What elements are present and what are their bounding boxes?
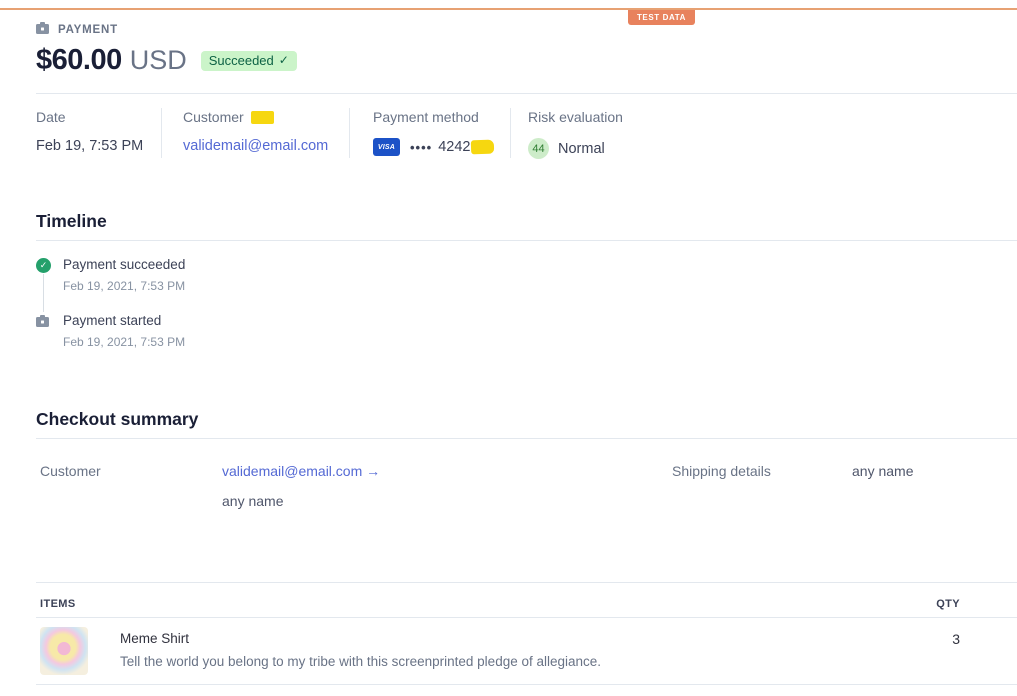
date-label: Date [36, 109, 66, 125]
event-title: Payment succeeded [63, 257, 186, 272]
amount-row: $60.00 USD Succeeded ✓ [36, 44, 297, 77]
checkout-summary-title: Checkout summary [36, 409, 199, 429]
item-name: Meme Shirt [120, 631, 190, 646]
shipping-details-value: any name [852, 463, 914, 479]
item-qty: 3 [952, 631, 960, 647]
status-label: Succeeded [208, 52, 274, 68]
divider [36, 582, 1017, 583]
check-icon: ✓ [278, 53, 289, 67]
payment-currency: USD [129, 45, 187, 75]
timeline-event: ✓ Payment succeeded Feb 19, 2021, 7:53 P… [36, 257, 185, 293]
checkout-customer-label: Customer [40, 463, 101, 479]
test-data-badge: TEST DATA [628, 10, 695, 25]
risk-score-badge: 44 [528, 138, 549, 159]
checkout-summary-row: Customer validemail@email.com → any name… [40, 463, 1017, 509]
yellow-highlight [471, 139, 495, 155]
divider [36, 438, 1017, 439]
timeline-event: Payment started Feb 19, 2021, 7:53 PM [36, 313, 185, 349]
meta-date: Date Feb 19, 7:53 PM [36, 105, 161, 159]
success-check-icon: ✓ [36, 258, 51, 273]
visa-card-icon: VISA [373, 138, 400, 156]
divider [36, 684, 1017, 685]
payment-meta-row: Date Feb 19, 7:53 PM Customer validemail… [36, 105, 1017, 159]
table-row: Meme Shirt Tell the world you belong to … [40, 618, 960, 675]
items-table-header: ITEMS QTY [40, 590, 960, 617]
divider [36, 93, 1017, 94]
card-last4: 4242 [438, 139, 471, 155]
timeline-title: Timeline [36, 211, 107, 231]
arrow-right-icon: → [366, 463, 381, 479]
payment-started-icon [36, 314, 50, 331]
item-description: Tell the world you belong to my tribe wi… [120, 654, 602, 669]
customer-email-link[interactable]: validemail@email.com [183, 138, 328, 154]
shipping-details-label: Shipping details [672, 463, 771, 479]
product-thumbnail [40, 627, 88, 675]
status-badge: Succeeded ✓ [200, 50, 297, 71]
risk-label: Risk evaluation [528, 109, 623, 125]
meta-payment-method: Payment method VISA •••• 4242 [350, 105, 510, 159]
divider [36, 240, 1017, 241]
checkout-customer-email: validemail@email.com [222, 463, 363, 479]
date-value: Feb 19, 7:53 PM [36, 138, 144, 154]
card-dots: •••• [410, 139, 433, 155]
payment-detail-page: TEST DATA PAYMENT $60.00 USD Succeeded ✓… [0, 0, 1017, 696]
customer-label: Customer [183, 109, 244, 125]
payment-method-label: Payment method [373, 109, 479, 125]
checkout-customer-name: any name [222, 493, 284, 509]
event-timestamp: Feb 19, 2021, 7:53 PM [63, 279, 186, 293]
test-mode-line [0, 8, 1017, 10]
event-timestamp: Feb 19, 2021, 7:53 PM [63, 335, 186, 349]
payment-amount: $60.00 [36, 44, 122, 76]
qty-column-header: QTY [936, 597, 960, 610]
eyebrow-label: PAYMENT [58, 23, 118, 36]
payment-eyebrow: PAYMENT [36, 22, 118, 37]
items-column-header: ITEMS [40, 597, 76, 610]
event-title: Payment started [63, 313, 162, 328]
meta-risk: Risk evaluation 44 Normal [511, 105, 623, 159]
risk-value: Normal [558, 140, 605, 157]
yellow-highlight [250, 110, 274, 124]
meta-customer: Customer validemail@email.com [162, 105, 349, 159]
payment-icon [36, 22, 50, 37]
checkout-customer-link[interactable]: validemail@email.com → [222, 463, 380, 479]
